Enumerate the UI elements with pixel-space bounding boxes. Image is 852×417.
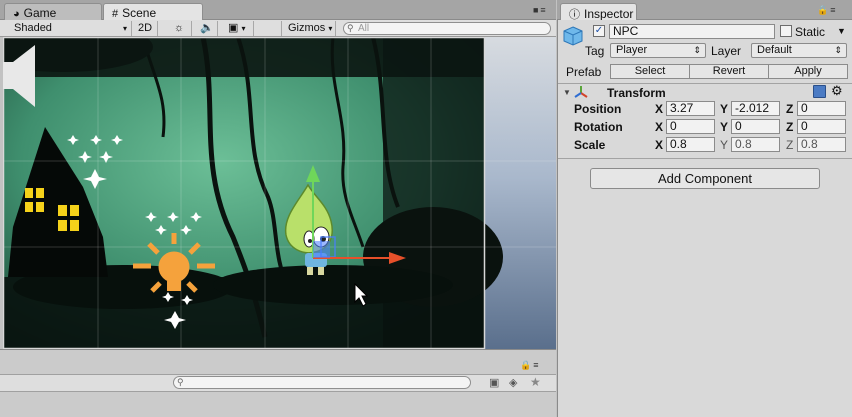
axis-z-label[interactable]: Z (786, 102, 793, 116)
skybox (485, 37, 556, 349)
chevron-down-icon: ▾ (328, 24, 333, 33)
transform-title: Transform (607, 86, 666, 100)
scale-y-field[interactable]: 0.8 (731, 137, 780, 152)
tab-inspector-label: Inspector (584, 7, 634, 21)
lock-icon[interactable]: 🔒≡ (520, 360, 540, 371)
prefab-revert-button[interactable]: Revert (689, 64, 769, 79)
tab-inspector[interactable]: ⓘ Inspector (560, 3, 637, 21)
tab-game[interactable]: ◕ Game (4, 3, 102, 20)
axis-z-label[interactable]: Z (786, 138, 793, 152)
scene-canvas (3, 37, 556, 349)
chevron-down-icon: ▾ (122, 24, 127, 33)
shading-label: Shaded (14, 22, 52, 34)
add-component-button[interactable]: Add Component (590, 168, 820, 189)
tag-dropdown[interactable]: Player ⇕ (610, 43, 706, 58)
gizmos-dropdown[interactable]: Gizmos ▾ (281, 21, 336, 36)
axis-y-label[interactable]: Y (720, 120, 728, 134)
audio-toggle[interactable]: 🔈 (194, 21, 218, 36)
house-window (36, 202, 44, 212)
scene-tabbar: ◕ Game # Scene ■≡ (0, 0, 556, 21)
chevron-down-icon: ⇕ (693, 45, 701, 55)
tag-value: Player (616, 44, 648, 56)
scene-viewport[interactable] (3, 37, 556, 349)
axis-x-label[interactable]: X (655, 102, 663, 116)
inspector-panel: ✓ NPC Static ▼ Tag Player ⇕ Layer Default… (557, 20, 852, 417)
position-x-field[interactable]: 3.27 (666, 101, 715, 116)
rotation-z-field[interactable]: 0 (797, 119, 846, 134)
house-window (70, 205, 79, 216)
static-checkbox[interactable] (780, 25, 792, 37)
axis-x-label[interactable]: X (655, 120, 663, 134)
prefab-apply-button[interactable]: Apply (768, 64, 848, 79)
position-label: Position (574, 102, 622, 116)
axis-x-label[interactable]: X (655, 138, 663, 152)
transform-axes-icon (574, 85, 588, 102)
layer-dropdown[interactable]: Default ⇕ (751, 43, 847, 58)
static-label: Static (795, 25, 826, 39)
position-z-field[interactable]: 0 (797, 101, 846, 116)
search-icon: ⚲ (347, 23, 354, 33)
lock-icon[interactable]: 🔒≡ (817, 5, 837, 16)
house-window (36, 188, 44, 198)
2d-label: 2D (138, 22, 153, 34)
house-window (25, 202, 33, 212)
filter-by-type-icon[interactable]: ▣ (489, 376, 499, 389)
inspector-tabbar: ⓘ Inspector 🔒≡ (557, 0, 852, 21)
hierarchy-search-input[interactable]: ⚲ All (343, 22, 551, 35)
prefab-select-button[interactable]: Select (610, 64, 690, 79)
layer-label: Layer (711, 44, 742, 58)
shading-dropdown[interactable]: Shaded ▾ (8, 21, 132, 36)
filter-by-label-icon[interactable]: ◈ (509, 376, 517, 389)
house-window (25, 188, 33, 198)
lower-panel: 🔒≡ ⚲ ▣ ◈ ★ (0, 349, 556, 417)
divider (558, 83, 852, 84)
grid-icon: # (112, 8, 119, 20)
favorite-star-icon[interactable]: ★ (530, 375, 541, 389)
chevron-down-icon: ⇕ (834, 45, 842, 55)
game-controller-icon: ◕ (13, 8, 20, 20)
tab-scene-label: Scene (122, 6, 157, 20)
project-search-input[interactable]: ⚲ (173, 376, 471, 389)
object-name-field[interactable]: NPC (609, 24, 775, 39)
image-icon: ▣ (228, 22, 239, 34)
foldout-arrow-icon[interactable]: ▼ (563, 88, 571, 97)
rotation-label: Rotation (574, 120, 623, 134)
effects-dropdown[interactable]: ▣ ▾ (222, 21, 254, 36)
axis-y-label[interactable]: Y (720, 138, 728, 152)
search-placeholder: All (358, 23, 370, 34)
axis-z-label[interactable]: Z (786, 120, 793, 134)
tab-game-label: Game (23, 6, 57, 20)
house-window (58, 205, 67, 216)
chevron-down-icon[interactable]: ▼ (837, 26, 846, 36)
sun-icon: ☼ (174, 22, 185, 34)
tab-scene[interactable]: # Scene (103, 3, 203, 21)
divider (558, 158, 852, 159)
2d-toggle-button[interactable]: 2D (134, 21, 158, 36)
bush (213, 265, 453, 305)
scene-lighting-toggle[interactable]: ☼ (168, 21, 192, 36)
chevron-down-icon: ▾ (241, 24, 246, 33)
axis-y-label[interactable]: Y (720, 102, 728, 116)
scale-z-field[interactable]: 0.8 (797, 137, 846, 152)
gizmos-label: Gizmos (288, 22, 326, 34)
window-menu-icon[interactable]: ■≡ (533, 5, 548, 15)
layer-value: Default (757, 44, 792, 56)
speaker-icon: 🔈 (200, 22, 214, 34)
gear-icon[interactable]: ⚙ (831, 83, 843, 99)
scale-x-field[interactable]: 0.8 (666, 137, 715, 152)
scale-label: Scale (574, 138, 606, 152)
rotation-y-field[interactable]: 0 (731, 119, 780, 134)
prefab-label: Prefab (566, 65, 602, 79)
search-icon: ⚲ (177, 377, 184, 387)
tag-label: Tag (585, 44, 605, 58)
help-book-icon[interactable] (813, 85, 826, 98)
house-window (70, 220, 79, 231)
position-y-field[interactable]: -2.012 (731, 101, 780, 116)
rotation-x-field[interactable]: 0 (666, 119, 715, 134)
gameobject-cube-icon (563, 26, 583, 46)
house-window (58, 220, 67, 231)
active-checkbox[interactable]: ✓ (593, 25, 605, 37)
scene-toolbar: Shaded ▾ 2D ☼ 🔈 ▣ ▾ Gizmos ▾ ⚲ All (0, 20, 556, 37)
